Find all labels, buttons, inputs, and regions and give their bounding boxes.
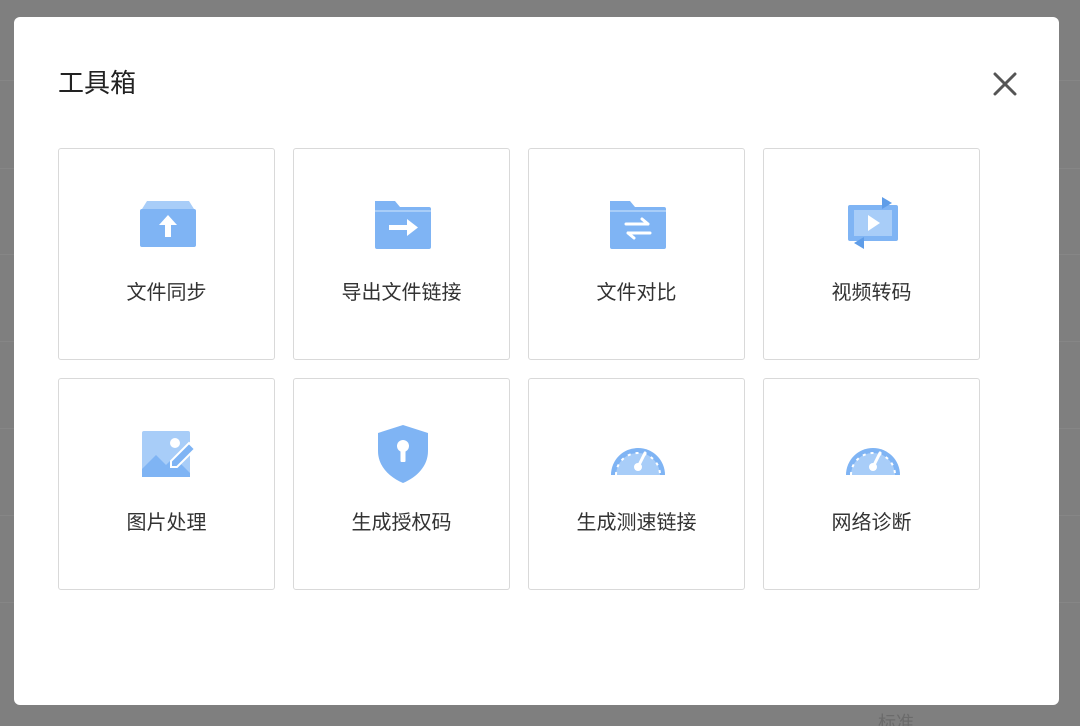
tool-card-generate-speedtest-link[interactable]: 生成测速链接 bbox=[528, 378, 745, 590]
tool-label: 生成授权码 bbox=[351, 510, 452, 534]
shield-key-icon bbox=[378, 425, 428, 483]
dialog-title: 工具箱 bbox=[58, 69, 137, 99]
tool-grid: 文件同步 导出文件链接 文件对比 视频转码 图片处理 生成授权码 生成测速链接 … bbox=[58, 148, 980, 590]
tool-card-image-processing[interactable]: 图片处理 bbox=[58, 378, 275, 590]
tool-card-generate-auth-code[interactable]: 生成授权码 bbox=[293, 378, 510, 590]
tool-card-file-sync[interactable]: 文件同步 bbox=[58, 148, 275, 360]
close-button[interactable] bbox=[990, 69, 1020, 99]
close-icon bbox=[993, 72, 1017, 96]
tool-label: 图片处理 bbox=[126, 510, 207, 534]
tool-label: 生成测速链接 bbox=[576, 510, 697, 534]
tool-card-export-file-link[interactable]: 导出文件链接 bbox=[293, 148, 510, 360]
tool-card-video-transcode[interactable]: 视频转码 bbox=[763, 148, 980, 360]
tool-label: 网络诊断 bbox=[831, 510, 912, 534]
tool-label: 文件对比 bbox=[596, 280, 677, 304]
upload-box-icon bbox=[140, 201, 196, 247]
tool-card-network-diagnosis[interactable]: 网络诊断 bbox=[763, 378, 980, 590]
toolbox-dialog: 工具箱 文件同步 导出文件链接 文件对比 视频转码 图片处理 生成授权码 生成测… bbox=[14, 17, 1059, 705]
speedometer-icon bbox=[611, 447, 665, 476]
image-edit-icon bbox=[142, 431, 197, 477]
tool-label: 视频转码 bbox=[831, 280, 912, 304]
folder-compare-icon bbox=[610, 201, 666, 249]
network-gauge-icon bbox=[846, 447, 900, 476]
tool-label: 导出文件链接 bbox=[341, 280, 462, 304]
background-partial-text: 标准 bbox=[878, 713, 914, 726]
tool-card-file-compare[interactable]: 文件对比 bbox=[528, 148, 745, 360]
video-convert-icon bbox=[848, 197, 898, 249]
folder-export-icon bbox=[375, 201, 431, 249]
tool-label: 文件同步 bbox=[126, 280, 207, 304]
